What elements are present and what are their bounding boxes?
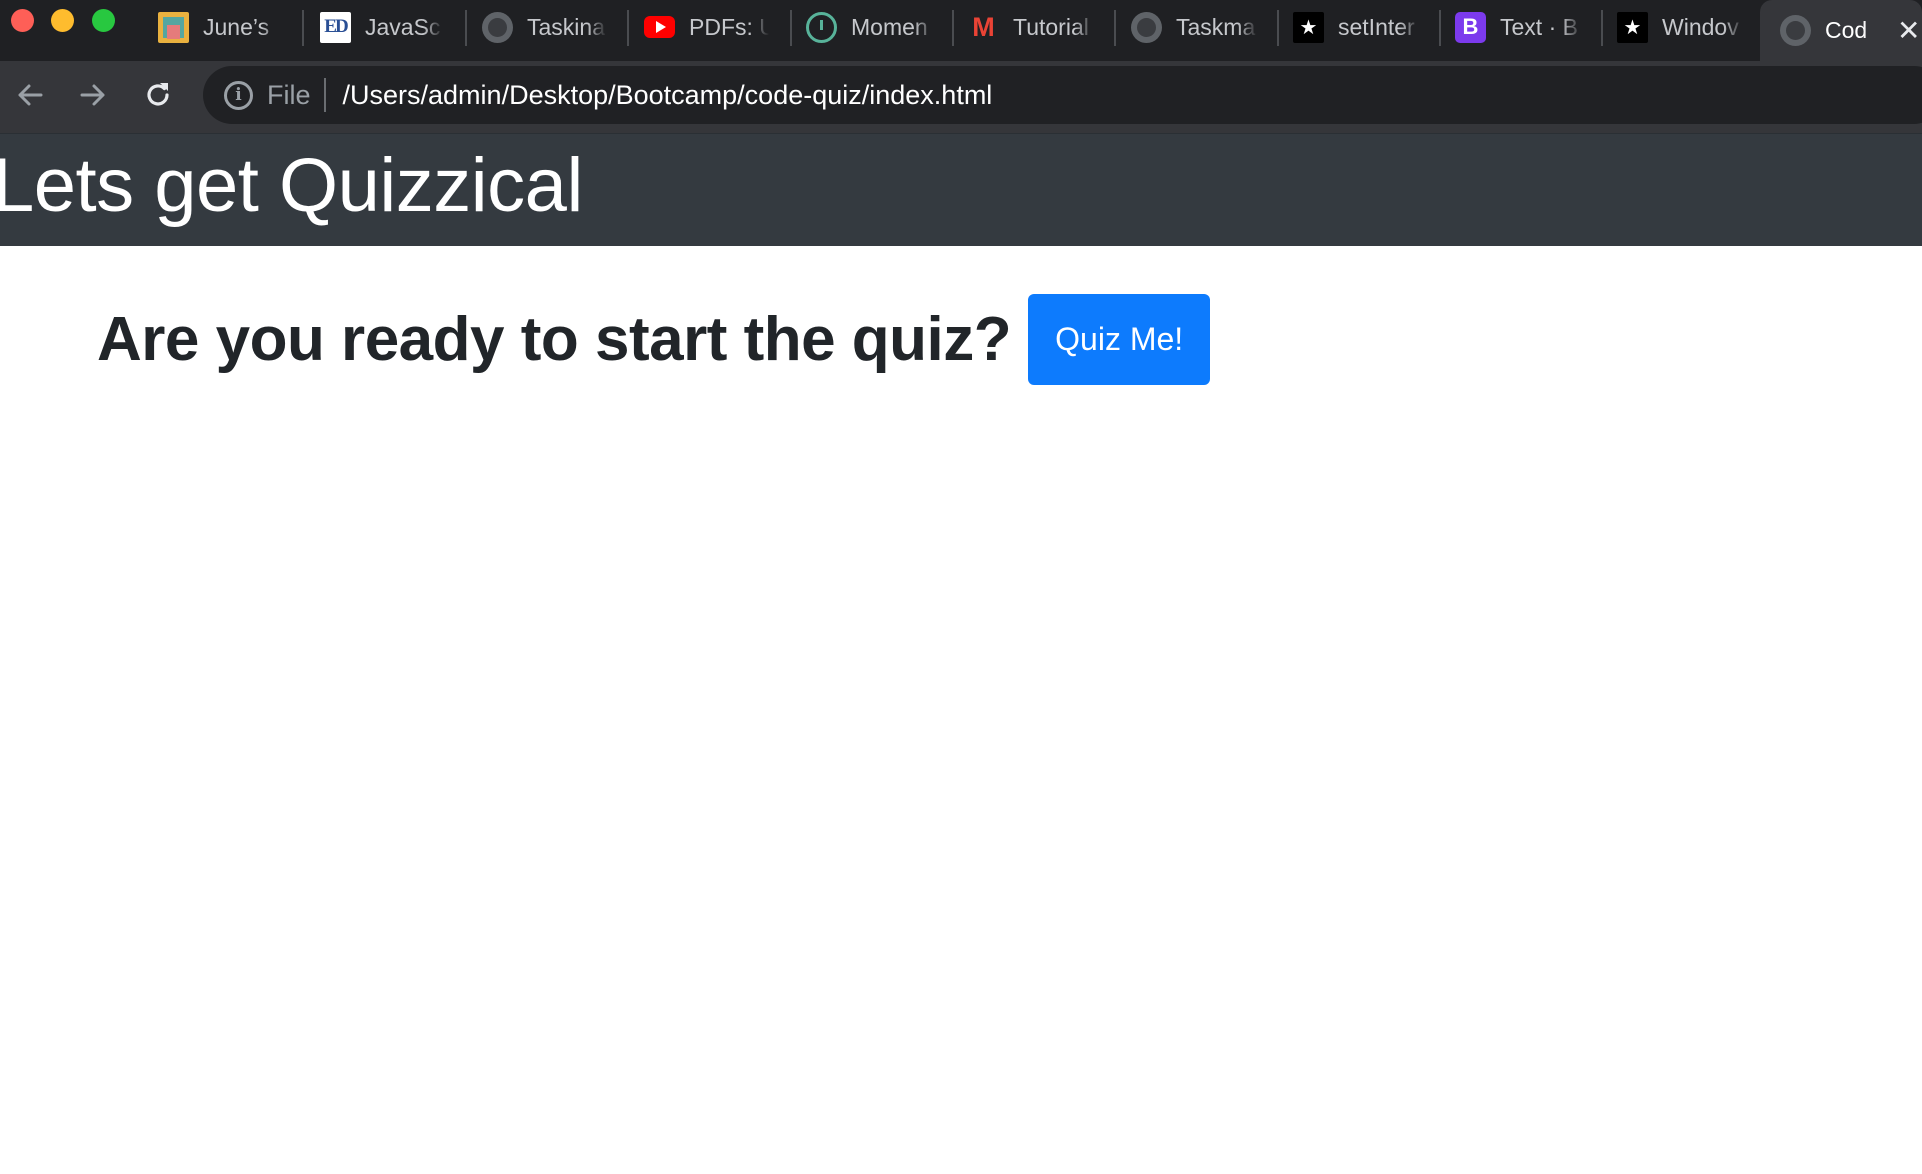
tab-label: Taskina — [527, 13, 605, 40]
youtube-icon — [644, 16, 675, 38]
tab-separator — [1114, 10, 1116, 46]
tab-javascript[interactable]: ED JavaSc — [320, 4, 448, 50]
tab-text-bootstrap[interactable]: B Text · B — [1455, 4, 1585, 50]
tab-label: Taskma — [1176, 13, 1256, 40]
tab-setinterval[interactable]: ★ setInter — [1293, 4, 1423, 50]
window-minimize-button[interactable] — [51, 9, 74, 32]
ed-icon: ED — [320, 11, 351, 43]
quiz-me-button[interactable]: Quiz Me! — [1028, 294, 1211, 385]
dev-icon: ★ — [1293, 11, 1324, 43]
gallery-icon — [158, 11, 189, 43]
start-prompt: Are you ready to start the quiz? — [97, 305, 1012, 374]
tab-label: JavaSc — [365, 13, 441, 40]
tab-code-quiz-active[interactable]: Cod ✕ — [1760, 0, 1922, 61]
gmail-icon: M — [972, 11, 995, 42]
address-separator — [323, 78, 326, 112]
tab-label: June’s — [203, 13, 270, 40]
tab-junes[interactable]: June’s — [158, 4, 286, 50]
tab-window[interactable]: ★ Windov — [1617, 4, 1749, 50]
tab-separator — [627, 10, 629, 46]
tab-label: Momen — [851, 13, 928, 40]
page-title: Lets get Quizzical — [0, 143, 583, 228]
tab-separator — [790, 10, 792, 46]
bootstrap-icon: B — [1455, 11, 1486, 43]
scheme-label: File — [267, 79, 311, 110]
tab-label: Tutorial — [1013, 13, 1089, 40]
tab-label: Cod — [1825, 17, 1868, 43]
arrow-right-icon — [80, 84, 105, 106]
tab-separator — [1601, 10, 1603, 46]
browser-toolbar: i File /Users/admin/Desktop/Bootcamp/cod… — [0, 61, 1922, 133]
clock-icon — [806, 11, 837, 43]
tab-pdfs[interactable]: PDFs: U — [644, 4, 776, 50]
tab-moment[interactable]: Momen — [806, 4, 940, 50]
browser-window: June’s ED JavaSc Taskina PDFs: U Momen M… — [0, 0, 1922, 1174]
page-viewport: Lets get Quizzical Are you ready to star… — [0, 133, 1922, 1174]
dev-icon: ★ — [1617, 11, 1648, 43]
tab-separator — [1277, 10, 1279, 46]
arrow-left-icon — [18, 84, 43, 106]
globe-icon — [482, 11, 513, 43]
tab-separator — [465, 10, 467, 46]
tab-taskmaster[interactable]: Taskma — [1131, 4, 1263, 50]
globe-icon — [1780, 15, 1811, 46]
tab-separator — [1439, 10, 1441, 46]
tab-label: Windov — [1662, 13, 1739, 40]
window-close-button[interactable] — [11, 9, 34, 32]
back-button[interactable] — [10, 75, 50, 115]
window-maximize-button[interactable] — [92, 9, 115, 32]
globe-icon — [1131, 11, 1162, 43]
tab-separator — [952, 10, 954, 46]
tab-label: setInter — [1338, 13, 1415, 40]
url-text[interactable]: /Users/admin/Desktop/Bootcamp/code-quiz/… — [343, 80, 993, 111]
tab-tutorial[interactable]: M Tutorial — [968, 4, 1098, 50]
start-prompt-row: Are you ready to start the quiz? Quiz Me… — [97, 294, 1211, 385]
reload-button[interactable] — [138, 75, 178, 115]
tab-separator — [302, 10, 304, 46]
tab-label: PDFs: U — [689, 13, 769, 40]
reload-icon — [147, 83, 169, 106]
info-icon[interactable]: i — [224, 80, 253, 110]
forward-button[interactable] — [73, 75, 113, 115]
tab-label: Text · B — [1500, 13, 1578, 40]
tab-taskina[interactable]: Taskina — [482, 4, 612, 50]
close-tab-icon[interactable]: ✕ — [1897, 16, 1920, 45]
tab-strip: June’s ED JavaSc Taskina PDFs: U Momen M… — [0, 0, 1922, 61]
address-bar[interactable]: i File /Users/admin/Desktop/Bootcamp/cod… — [203, 66, 1922, 124]
header-banner: Lets get Quizzical — [0, 133, 1922, 246]
